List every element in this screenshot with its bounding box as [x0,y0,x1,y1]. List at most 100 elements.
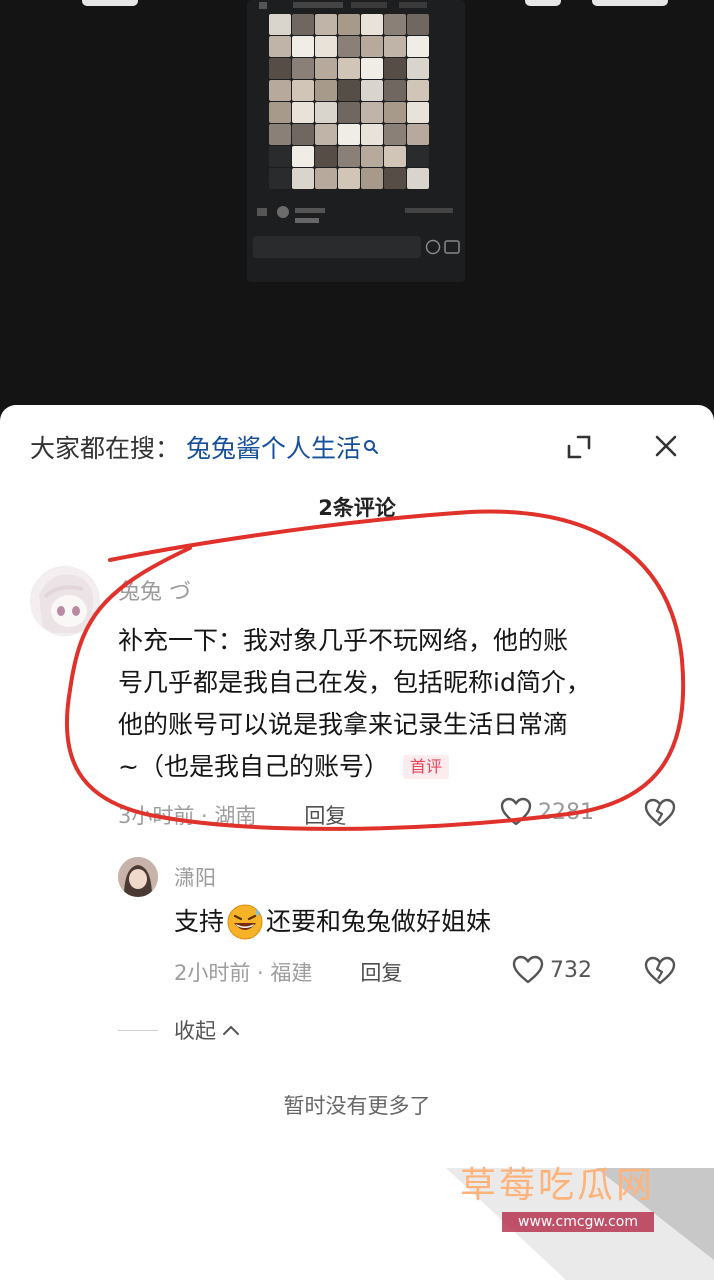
collapse-divider [118,1029,158,1031]
photo-grid-tile [361,124,383,145]
battery-icon [592,0,668,6]
photo-grid-tile [384,58,406,79]
photo-grid-tile [292,80,314,101]
photo-grid-tile [338,102,360,123]
photo-grid-tile [315,168,337,189]
photo-grid-tile [315,36,337,57]
photo-grid-tile [338,168,360,189]
reply-reply-button[interactable]: 回复 [360,957,402,987]
anime-avatar-image [31,567,99,635]
photo-grid-tile [384,146,406,167]
photo-grid-tile [361,102,383,123]
photo-grid-tile [407,146,429,167]
photo-grid-tile [292,102,314,123]
video-input-icons [425,239,460,255]
like-button[interactable]: 2281 [500,797,594,827]
heart-icon [512,955,544,984]
video-screenshot [247,0,465,282]
photo-grid-tile [361,146,383,167]
first-comment-badge: 首评 [402,755,449,779]
photo-grid-tile [407,58,429,79]
trending-search-term[interactable]: 兔兔酱个人生活 [186,429,361,465]
photo-grid-tile [269,14,291,35]
comment-username[interactable]: 兔兔 づ [118,574,191,606]
photo-grid-tile [338,58,360,79]
photo-grid-tile [361,36,383,57]
photo-grid-tile [338,124,360,145]
comment-meta: 3小时前 · 湖南 回复 [118,800,346,830]
photo-grid-tile [384,102,406,123]
search-icon[interactable] [363,439,379,455]
comment-text: 补充一下：我对象几乎不玩网络，他的账 号几乎都是我自己在发，包括昵称id简介， … [118,620,670,788]
photo-grid-tile [384,14,406,35]
photo-grid [269,14,429,189]
avatar[interactable] [30,566,100,636]
reply-username[interactable]: 潇阳 [174,862,216,892]
collapse-label: 收起 [174,1019,216,1043]
photo-grid-tile [384,124,406,145]
photo-grid-tile [338,36,360,57]
photo-grid-tile [407,36,429,57]
photo-grid-tile [361,168,383,189]
reply-time-location: 2小时前 · 福建 [174,961,313,985]
reply-button[interactable]: 回复 [304,800,346,830]
photo-grid-tile [384,168,406,189]
photo-grid-tile [292,146,314,167]
reply-meta: 2小时前 · 福建 回复 [174,957,402,987]
photo-grid-tile [269,80,291,101]
reply-text-end: 还要和兔兔做好姐妹 [266,907,492,936]
signal-icon [525,0,561,6]
comment-line: 号几乎都是我自己在发，包括昵称id简介， [118,668,591,697]
photo-grid-tile [384,80,406,101]
photo-grid-tile [338,146,360,167]
photo-grid-tile [269,58,291,79]
photo-grid-tile [269,168,291,189]
broken-heart-icon[interactable] [644,797,676,829]
reply-like-button[interactable]: 732 [512,955,592,985]
photo-grid-tile [269,102,291,123]
photo-grid-tile [407,102,429,123]
photo-grid-tile [407,80,429,101]
video-area[interactable] [0,0,714,410]
chevron-up-icon [223,1025,239,1035]
photo-grid-tile [407,124,429,145]
trending-search[interactable]: 大家都在搜： 兔兔酱个人生活 [30,425,379,469]
photo-grid-tile [361,80,383,101]
photo-grid-tile [338,14,360,35]
video-header-strip [259,2,427,9]
comment-line: 他的账号可以说是我拿来记录生活日常滴 [118,710,569,739]
reply-avatar[interactable] [118,857,158,897]
photo-grid-tile [292,14,314,35]
photo-grid-tile [292,36,314,57]
reply-avatar-image [118,857,158,897]
photo-grid-tile [384,36,406,57]
comment-count-title: 2条评论 [318,496,396,520]
expand-icon[interactable] [565,433,593,461]
no-more-comments-text: 暂时没有更多了 [283,1094,431,1118]
photo-grid-tile [407,168,429,189]
trending-search-prefix: 大家都在搜： [30,434,181,463]
heart-icon [500,797,532,826]
collapse-replies-button[interactable]: 收起 [118,1015,240,1045]
photo-grid-tile [338,80,360,101]
reply-like-count: 732 [550,957,592,983]
photo-grid-tile [269,36,291,57]
like-count: 2281 [538,799,594,825]
photo-grid-tile [292,58,314,79]
photo-grid-tile [407,14,429,35]
photo-grid-tile [361,14,383,35]
photo-grid-tile [292,124,314,145]
photo-grid-tile [315,80,337,101]
comment-sheet [0,405,714,1280]
broken-heart-icon[interactable] [644,955,676,987]
watermark-url: www.cmcgw.com [502,1212,654,1232]
comment-time-location: 3小时前 · 湖南 [118,804,257,828]
status-bar-time [82,0,138,6]
photo-grid-tile [269,124,291,145]
photo-grid-tile [361,58,383,79]
grinning-sweat-emoji-icon [227,904,263,940]
video-comment-input [253,236,421,258]
comment-line: ~（也是我自己的账号） [118,752,389,781]
reply-text-start: 支持 [174,907,225,936]
close-icon[interactable] [652,432,680,460]
